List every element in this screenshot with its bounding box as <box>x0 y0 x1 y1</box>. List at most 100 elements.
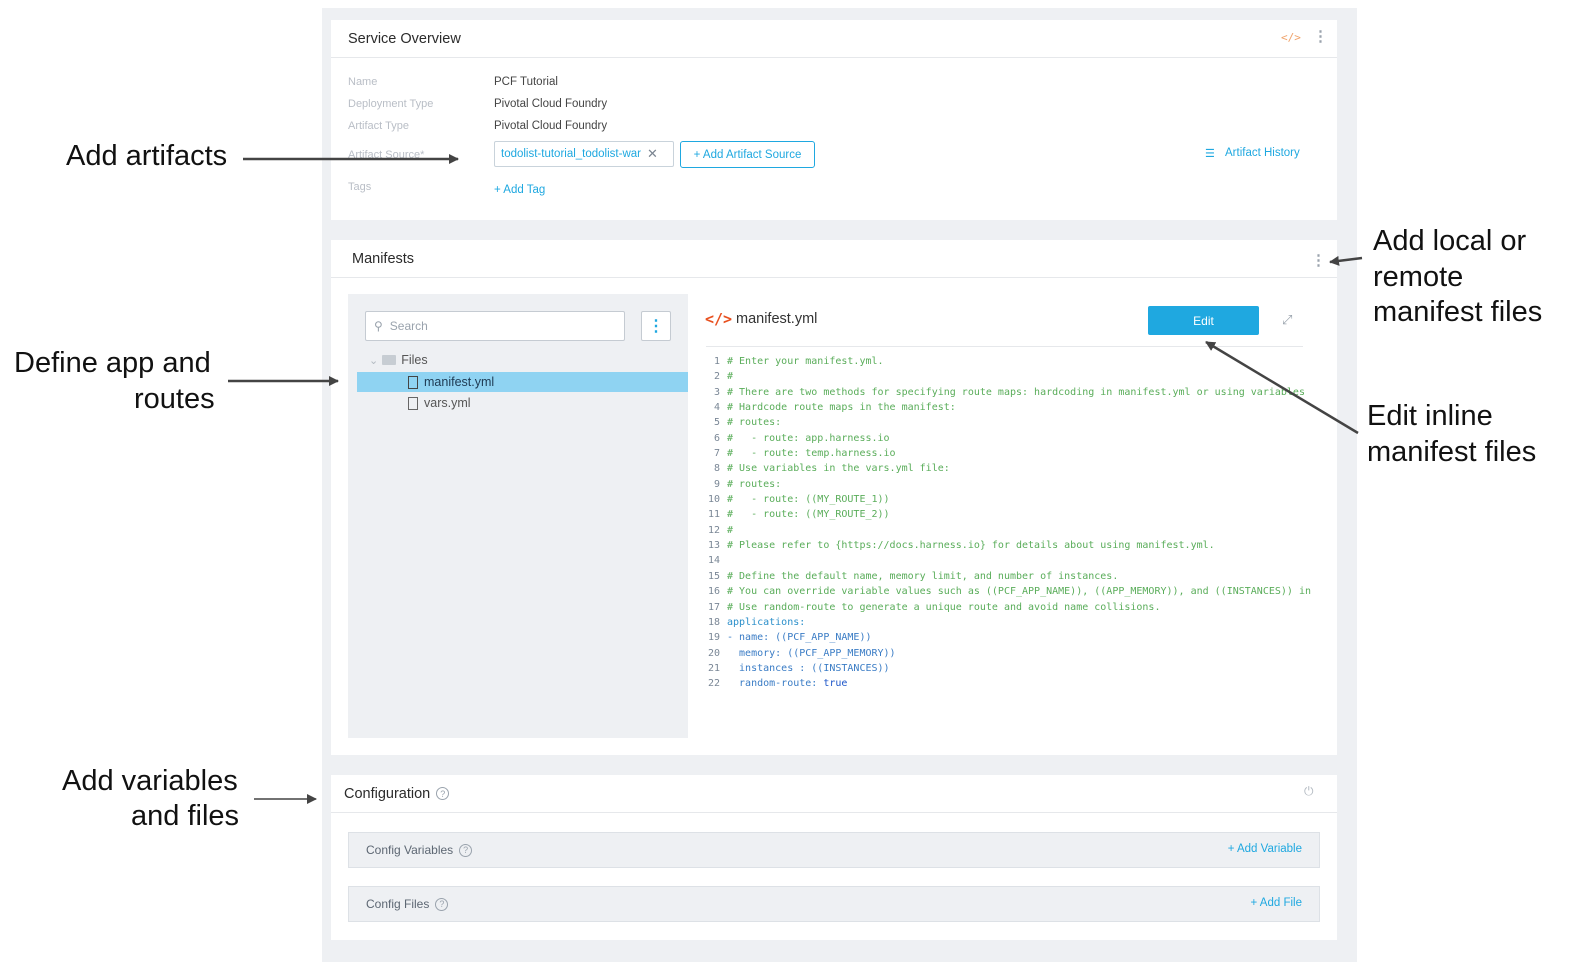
code-token: # - route: temp.harness.io <box>727 448 896 460</box>
artifact-source-chip[interactable]: todolist-tutorial_todolist-war ✕ <box>494 141 674 167</box>
tree-file-label: manifest.yml <box>424 375 495 389</box>
code-text: # There are two methods for specifying r… <box>724 385 1305 400</box>
editor-divider <box>706 346 1303 347</box>
code-view-icon[interactable]: </> <box>1281 31 1301 44</box>
search-input[interactable]: ⚲ Search <box>365 311 625 341</box>
annotation-define-app-2: routes <box>134 383 215 415</box>
remove-artifact-icon[interactable]: ✕ <box>647 146 658 162</box>
code-token: instances : ((INSTANCES)) <box>727 662 890 674</box>
manifest-code-editor[interactable]: 1 # Enter your manifest.yml. 2 #3 # There ar… <box>706 354 1320 699</box>
code-token: random-route: <box>727 678 824 690</box>
code-token: # routes: <box>727 417 782 429</box>
line-number: 4 <box>713 402 720 414</box>
line-number: 10 <box>707 494 720 506</box>
tree-selected-row[interactable] <box>357 372 688 392</box>
help-icon[interactable]: ? <box>436 787 450 800</box>
code-token: # Use variables in the vars.yml file: <box>727 463 950 475</box>
code-token: # You can override variable values such … <box>727 586 1311 598</box>
code-token: # Please refer to {https://docs.harness.… <box>727 540 1215 552</box>
code-line: 1 # Enter your manifest.yml. <box>706 354 1320 369</box>
code-token: # Enter your manifest.yml. <box>727 356 884 367</box>
tree-file-manifest[interactable]: manifest.yml <box>408 374 494 390</box>
line-number: 1 <box>713 356 720 367</box>
code-token: # <box>727 524 734 536</box>
manifests-menu-icon[interactable]: ⋮ <box>1311 253 1326 268</box>
code-token: # - route: ((MY_ROUTE_2)) <box>727 509 890 521</box>
add-tag-link[interactable]: + Add Tag <box>494 184 545 196</box>
line-number: 19 <box>707 632 720 644</box>
service-overview-menu-icon[interactable]: ⋮ <box>1313 29 1328 44</box>
config-variables-section: Config Variables ? + Add Variable <box>348 832 1320 868</box>
code-line: 21 instances : ((INSTANCES)) <box>706 661 1320 676</box>
line-number: 2 <box>713 371 720 383</box>
search-placeholder: Search <box>389 319 428 333</box>
annotation-add-artifacts: Add artifacts <box>66 140 228 172</box>
annotation-add-variables-2: and files <box>131 800 240 832</box>
line-number: 16 <box>707 586 720 598</box>
expand-icon[interactable]: ⤢ <box>1282 312 1292 328</box>
artifact-history-icon[interactable]: ☰ <box>1205 147 1215 160</box>
code-line: 17 # Use random-route to generate a uniqu… <box>706 600 1320 615</box>
editor-file-name: manifest.yml <box>736 311 818 327</box>
line-number: 22 <box>707 678 720 690</box>
code-line: 19 - name: ((PCF_APP_NAME)) <box>706 630 1320 645</box>
code-text: # <box>724 369 733 384</box>
code-token: # Use random-route to generate a unique … <box>727 601 1161 613</box>
line-number: 11 <box>707 509 720 521</box>
line-number: 15 <box>707 570 720 582</box>
tree-menu-button[interactable]: ⋮ <box>641 311 671 341</box>
code-line: 4 # Hardcode route maps in the manifest: <box>706 400 1320 415</box>
code-text: # You can override variable values such … <box>724 584 1311 599</box>
code-line: 6 # - route: app.harness.io <box>706 431 1320 446</box>
code-token: # routes: <box>727 478 782 490</box>
manifests-title: Manifests <box>352 250 415 267</box>
code-line: 7 # - route: temp.harness.io <box>706 446 1320 461</box>
artifact-source-value: todolist-tutorial_todolist-war <box>501 148 641 160</box>
chevron-down-icon[interactable]: ⌄ <box>369 354 378 367</box>
code-text: # - route: temp.harness.io <box>724 446 896 461</box>
code-text: # - route: ((MY_ROUTE_2)) <box>724 507 890 522</box>
annotation-add-local-1: Add local or <box>1373 225 1527 257</box>
code-token: # - route: ((MY_ROUTE_1)) <box>727 494 890 506</box>
service-overview-header: Service Overview <box>331 20 1337 58</box>
deployment-type-value: Pivotal Cloud Foundry <box>494 98 608 110</box>
artifact-type-value: Pivotal Cloud Foundry <box>494 120 608 132</box>
code-text: # Enter your manifest.yml. <box>724 354 884 369</box>
code-text: applications: <box>724 615 805 630</box>
line-number: 17 <box>707 601 720 613</box>
edit-button[interactable]: Edit <box>1148 306 1259 335</box>
code-text: # routes: <box>724 415 781 430</box>
code-token: # <box>727 371 734 383</box>
code-line: 10 # - route: ((MY_ROUTE_1)) <box>706 492 1320 507</box>
help-icon[interactable]: ? <box>459 843 473 857</box>
tree-file-vars[interactable]: vars.yml <box>408 395 471 411</box>
code-line: 20 memory: ((PCF_APP_MEMORY)) <box>706 646 1320 661</box>
add-file-link[interactable]: + Add File <box>1251 897 1302 909</box>
code-text: # - route: ((MY_ROUTE_1)) <box>724 492 890 507</box>
code-text: instances : ((INSTANCES)) <box>724 661 890 676</box>
tree-folder-files[interactable]: ⌄ Files <box>369 352 428 368</box>
configuration-header: Configuration ? <box>331 775 1337 813</box>
power-icon[interactable]: ⏻ <box>1304 784 1314 799</box>
code-token: true <box>823 678 848 690</box>
help-icon[interactable]: ? <box>435 897 449 911</box>
line-number: 7 <box>713 448 720 460</box>
add-artifact-source-button[interactable]: + Add Artifact Source <box>680 141 815 168</box>
artifact-history-link[interactable]: Artifact History <box>1225 147 1300 159</box>
file-icon <box>408 396 418 410</box>
code-line: 13 # Please refer to {https://docs.harnes… <box>706 538 1320 553</box>
code-text: # Use random-route to generate a unique … <box>724 600 1160 615</box>
name-value: PCF Tutorial <box>494 76 558 88</box>
service-overview-title: Service Overview <box>348 30 461 47</box>
tree-file-label: vars.yml <box>424 396 471 410</box>
code-text: # Define the default name, memory limit,… <box>724 569 1118 584</box>
code-line: 22 random-route: true <box>706 676 1320 691</box>
code-text: # routes: <box>724 477 781 492</box>
line-number: 18 <box>707 616 720 628</box>
code-text: # - route: app.harness.io <box>724 431 890 446</box>
add-variable-link[interactable]: + Add Variable <box>1228 843 1302 855</box>
line-number: 12 <box>707 524 720 536</box>
tags-label: Tags <box>348 181 372 193</box>
configuration-title: Configuration <box>344 785 431 802</box>
